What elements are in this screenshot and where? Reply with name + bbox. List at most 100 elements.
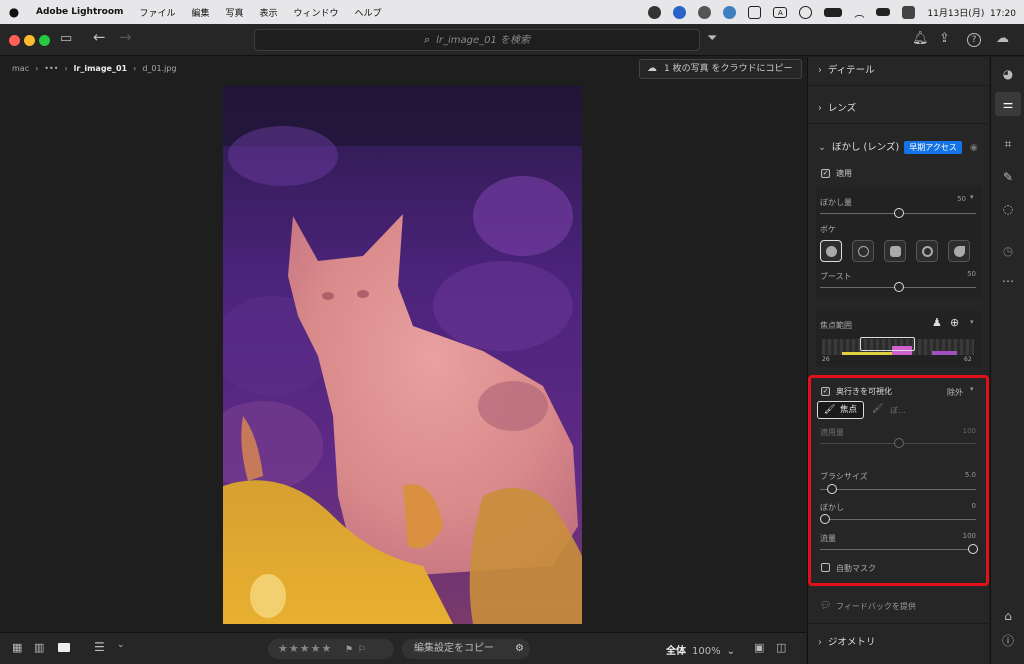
blur-brush-icon[interactable]: 🖌︎ [872, 404, 883, 414]
section-lens-blur[interactable]: ⌄ ぼかし (レンズ) 早期アクセス ◉ [818, 139, 978, 154]
masking-icon[interactable]: ◌ [1001, 202, 1015, 216]
boost-value[interactable]: 50 [946, 270, 976, 278]
battery-icon[interactable] [824, 7, 843, 17]
blur-amount-value[interactable]: 50 [936, 195, 966, 203]
boost-slider[interactable] [894, 282, 904, 292]
feedback-link[interactable]: フィードバックを提供 [836, 601, 916, 612]
crop-icon[interactable]: ⌗ [1001, 137, 1015, 151]
creative-cloud-icon[interactable] [698, 5, 712, 19]
auto-mask-checkbox[interactable] [821, 563, 830, 572]
subject-focus-icon[interactable]: ♟ [932, 316, 942, 329]
feedback-icon[interactable]: 💬︎ [820, 601, 831, 611]
healing-icon[interactable]: ✎ [1001, 170, 1015, 184]
status-app-icon[interactable] [648, 5, 662, 19]
section-lens[interactable]: › レンズ [818, 100, 856, 114]
chevron-down-icon[interactable]: ⌄ [727, 646, 735, 657]
focus-brush-button[interactable]: 🖌︎ 焦点 [817, 401, 864, 419]
input-source-icon[interactable]: A [773, 6, 788, 18]
clock-icon[interactable] [799, 5, 813, 19]
sort-icon[interactable]: ☰ [94, 640, 105, 654]
notification-bell-icon[interactable]: 🔔︎ [912, 31, 929, 46]
section-geometry[interactable]: › ジオメトリ [818, 634, 875, 648]
chevron-down-icon[interactable]: ▾ [970, 193, 974, 201]
bokeh-cat-eye-button[interactable] [948, 240, 970, 262]
depth-histogram[interactable] [822, 337, 974, 355]
copy-edit-settings-button[interactable]: 編集設定をコピー ⚙ [402, 639, 530, 659]
cloud-status-icon[interactable]: ☁ [996, 31, 1009, 46]
chevron-down-icon[interactable]: ▾ [970, 385, 974, 393]
edit-sliders-icon[interactable]: ⚌ [995, 92, 1021, 116]
bokeh-circle-button[interactable] [820, 240, 842, 262]
grid-view-icon[interactable]: ▦ [12, 641, 22, 654]
copy-to-cloud-button[interactable]: ☁ 1 枚の写真 をクラウドにコピー [639, 59, 802, 79]
gear-icon[interactable]: ⚙ [515, 639, 524, 659]
brush-size-slider[interactable] [827, 484, 837, 494]
zoom-percent[interactable]: 100% [692, 646, 721, 657]
menu-view[interactable]: 表示 [251, 6, 285, 19]
bokeh-ring-button[interactable] [916, 240, 938, 262]
apply-checkbox[interactable]: ✓ [821, 169, 830, 178]
chevron-down-icon[interactable]: ▾ [970, 318, 974, 326]
filter-icon[interactable]: ⏷ [707, 31, 717, 46]
chevron-down-icon[interactable]: ⌄ [117, 640, 125, 650]
compare-view-icon[interactable]: ▣ [754, 641, 764, 654]
brush-size-value[interactable]: 5.0 [946, 471, 976, 479]
blur-amount-slider[interactable] [894, 208, 904, 218]
more-icon[interactable]: ⋯ [1001, 274, 1015, 288]
menu-app-name[interactable]: Adobe Lightroom [28, 7, 131, 17]
butterfly-icon[interactable] [673, 5, 687, 19]
menu-window[interactable]: ウィンドウ [286, 6, 347, 19]
menu-edit[interactable]: 編集 [183, 6, 217, 19]
tag-icon[interactable]: ⌂ [1001, 609, 1015, 623]
close-window-button[interactable] [9, 35, 20, 46]
detail-view-icon[interactable] [58, 643, 70, 652]
keyboard-icon[interactable] [876, 8, 891, 16]
flow-track[interactable] [820, 549, 976, 550]
menubar-datetime[interactable]: 11月13日(月) 17:20 [927, 6, 1016, 19]
before-after-icon[interactable]: ◫ [776, 641, 786, 654]
display-icon[interactable] [748, 5, 762, 19]
share-icon[interactable]: ⇪ [939, 31, 950, 46]
zoom-control[interactable]: 全体 100% ⌄ [666, 642, 735, 657]
focus-range-selector[interactable] [860, 337, 915, 351]
breadcrumb-ellipsis[interactable]: ••• [44, 64, 58, 73]
wifi-icon[interactable]: ︵ [854, 5, 864, 20]
help-icon[interactable]: ? [967, 33, 981, 47]
flag-icons[interactable]: ⚑ ⚐ [345, 645, 367, 655]
versions-icon[interactable]: ◷ [1001, 244, 1015, 258]
zoom-fit-label[interactable]: 全体 [666, 646, 686, 657]
rating-stars[interactable]: ★★★★★ [278, 642, 332, 655]
breadcrumb-root[interactable]: mac [12, 64, 29, 73]
point-focus-icon[interactable]: ⊕ [950, 316, 959, 329]
eye-icon[interactable]: ◉ [970, 143, 978, 153]
flow-value[interactable]: 100 [946, 532, 976, 540]
forward-arrow-icon[interactable]: → [119, 28, 132, 46]
feather-track[interactable] [820, 519, 976, 520]
info-icon[interactable]: ⓘ [1001, 634, 1015, 648]
flow-slider[interactable] [968, 544, 978, 554]
breadcrumb-album[interactable]: lr_image_01 [74, 64, 127, 73]
menu-help[interactable]: ヘルプ [347, 6, 390, 19]
brush-size-track[interactable] [820, 489, 976, 490]
star-rating[interactable]: ★★★★★ ⚑ ⚐ [268, 639, 394, 659]
menu-photo[interactable]: 写真 [217, 6, 251, 19]
visualize-depth-checkbox[interactable]: ✓ [821, 387, 830, 396]
zoom-window-button[interactable] [39, 35, 50, 46]
blur-brush-label[interactable]: ぼ… [890, 405, 906, 416]
sidebar-toggle-icon[interactable]: ▭ [60, 31, 72, 46]
feather-value[interactable]: 0 [946, 502, 976, 510]
bokeh-bubble-button[interactable] [852, 240, 874, 262]
search-input[interactable]: ⌕ lr_image_01 を検索 [254, 29, 700, 51]
apple-icon[interactable]: ● [0, 5, 28, 19]
feather-slider[interactable] [820, 514, 830, 524]
bokeh-blade-button[interactable] [884, 240, 906, 262]
depth-visualized-photo[interactable] [223, 86, 582, 624]
minimize-window-button[interactable] [24, 35, 35, 46]
back-arrow-icon[interactable]: ← [93, 28, 106, 46]
adobe-presets-icon[interactable]: ◕ [1001, 67, 1015, 81]
sync-icon[interactable] [723, 5, 737, 19]
exclude-dropdown[interactable]: 除外 [947, 387, 963, 398]
menu-file[interactable]: ファイル [131, 6, 183, 19]
control-center-icon[interactable] [902, 5, 916, 19]
square-grid-view-icon[interactable]: ▥ [34, 641, 44, 654]
